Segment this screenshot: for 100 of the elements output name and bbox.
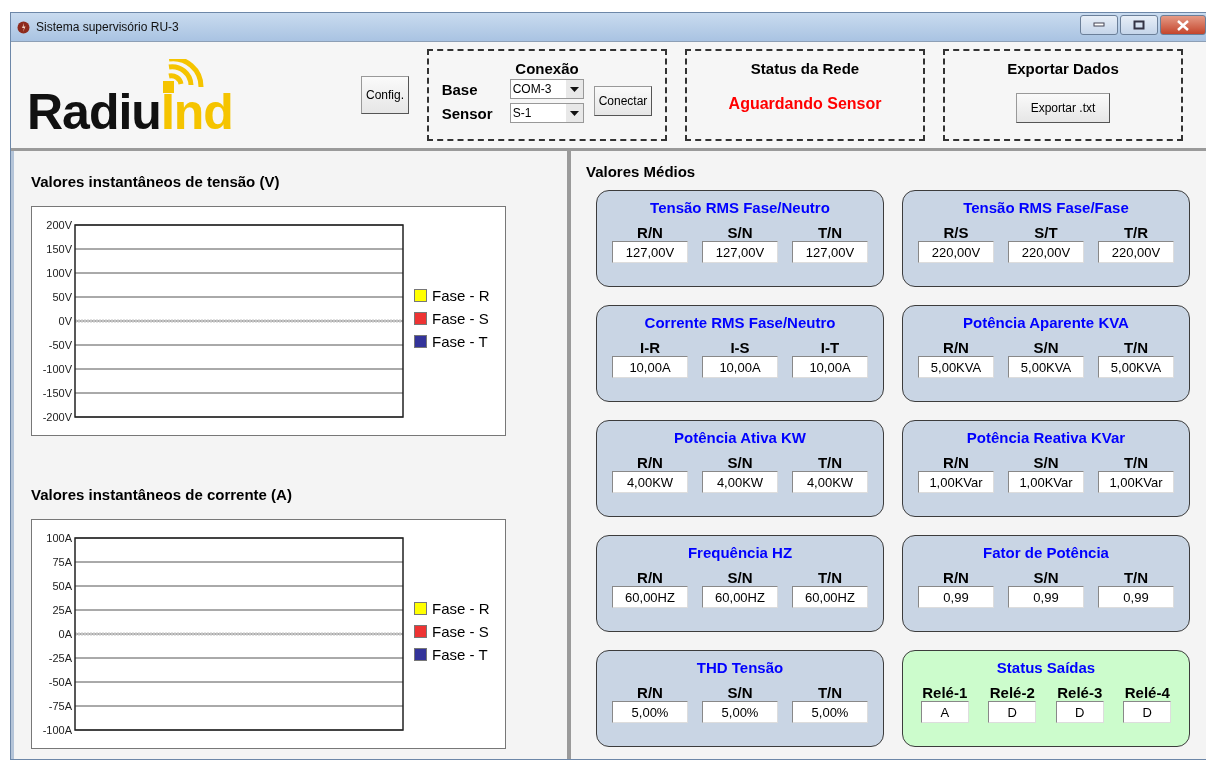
field-label: S/N bbox=[727, 225, 753, 241]
axis-tick-label: 200V bbox=[46, 219, 72, 231]
value-field: 5,00% bbox=[792, 701, 868, 723]
field-label: S/N bbox=[1033, 455, 1059, 471]
chart-title: Valores instantâneos de corrente (A) bbox=[31, 486, 293, 503]
field-label: R/N bbox=[637, 455, 663, 471]
value-field: 10,00A bbox=[792, 356, 868, 378]
axis-tick-label: -50A bbox=[48, 676, 72, 688]
legend-label: Fase - T bbox=[432, 646, 488, 663]
card-title: Tensão RMS Fase/Fase bbox=[963, 199, 1129, 216]
value-field: 220,00V bbox=[918, 241, 994, 263]
card-title: Corrente RMS Fase/Neutro bbox=[644, 314, 836, 331]
wifi-icon bbox=[160, 59, 205, 93]
axis-tick-label: 50V bbox=[52, 291, 72, 303]
app-icon bbox=[17, 20, 30, 34]
field-label: S/N bbox=[727, 570, 753, 586]
field-label: R/N bbox=[637, 225, 663, 241]
axis-tick-label: -75A bbox=[48, 700, 72, 712]
caret-icon bbox=[569, 110, 579, 116]
card-title: Potência Aparente KVA bbox=[963, 314, 1129, 331]
card-title: THD Tensão bbox=[696, 659, 784, 676]
field-label: Relé-2 bbox=[989, 685, 1035, 701]
axis-tick-label: 150V bbox=[46, 243, 72, 255]
value-field: D bbox=[988, 701, 1037, 723]
config-button[interactable]: Config. bbox=[361, 76, 410, 114]
card-title: Fator de Potência bbox=[983, 544, 1109, 561]
value-field: 220,00V bbox=[1098, 241, 1174, 263]
field-label: T/N bbox=[1123, 455, 1149, 471]
field-label: S/N bbox=[727, 455, 753, 471]
field-label: T/N bbox=[817, 570, 843, 586]
value-field: 10,00A bbox=[612, 356, 688, 378]
value-field: 1,00KVar bbox=[1008, 471, 1084, 493]
field-label: S/N bbox=[1033, 340, 1059, 356]
value-field: 5,00KVA bbox=[918, 356, 994, 378]
value-field: 5,00KVA bbox=[1008, 356, 1084, 378]
value-field: 4,00KW bbox=[702, 471, 778, 493]
window-title: Sistema supervisório RU-3 bbox=[36, 20, 180, 34]
field-label: Relé-4 bbox=[1124, 685, 1170, 701]
field-label: R/N bbox=[943, 570, 969, 586]
axis-tick-label: 0A bbox=[58, 628, 72, 640]
value-field: 0,99 bbox=[1008, 586, 1084, 608]
close-button[interactable] bbox=[1160, 15, 1206, 35]
axis-tick-label: 100A bbox=[46, 532, 72, 544]
axis-tick-label: 100V bbox=[46, 267, 72, 279]
axis-tick-label: -100A bbox=[42, 724, 72, 736]
axis-tick-label: 25A bbox=[52, 604, 72, 616]
export-button[interactable]: Exportar .txt bbox=[1015, 93, 1111, 123]
field-label: T/N bbox=[1123, 570, 1149, 586]
maximize-icon bbox=[1133, 20, 1145, 30]
value-field: 5,00% bbox=[702, 701, 778, 723]
value-field: A bbox=[920, 701, 969, 723]
card-title: Potência Reativa KVar bbox=[966, 429, 1126, 446]
field-label: R/N bbox=[943, 455, 969, 471]
value-field: 0,99 bbox=[918, 586, 994, 608]
connect-button[interactable]: Conectar bbox=[593, 86, 653, 116]
legend-label: Fase - S bbox=[432, 623, 489, 640]
maximize-button[interactable] bbox=[1120, 15, 1158, 35]
value-field: 4,00KW bbox=[612, 471, 688, 493]
field-label: R/N bbox=[943, 340, 969, 356]
close-icon bbox=[1177, 19, 1189, 31]
panel-title: Status da Rede bbox=[750, 60, 860, 77]
axis-tick-label: 50A bbox=[52, 580, 72, 592]
value-field: 0,99 bbox=[1098, 586, 1174, 608]
axis-tick-label: 75A bbox=[52, 556, 72, 568]
value-field: 127,00V bbox=[702, 241, 778, 263]
card-title: Frequência HZ bbox=[687, 544, 793, 561]
field-label: R/N bbox=[637, 570, 663, 586]
field-label: T/N bbox=[817, 455, 843, 471]
card-title: Potência Ativa KW bbox=[674, 429, 806, 446]
field-label: T/N bbox=[817, 225, 843, 241]
axis-tick-label: -25A bbox=[48, 652, 72, 664]
dropdown[interactable]: S-1 bbox=[509, 103, 584, 123]
value-field: 60,00HZ bbox=[792, 586, 868, 608]
field-label: R/S bbox=[943, 225, 969, 241]
field-label: R/N bbox=[637, 685, 663, 701]
value-field: 60,00HZ bbox=[612, 586, 688, 608]
chart-title: Valores instantâneos de tensão (V) bbox=[31, 173, 281, 190]
logo: RadiuInd bbox=[27, 53, 361, 137]
status-text: Aguardando Sensor bbox=[728, 95, 882, 113]
value-field: 127,00V bbox=[792, 241, 868, 263]
axis-tick-label: -200V bbox=[42, 411, 72, 423]
legend-label: Fase - R bbox=[432, 600, 490, 617]
value-field: 220,00V bbox=[1008, 241, 1084, 263]
field-label: S/N bbox=[1033, 570, 1059, 586]
value-field: 5,00% bbox=[612, 701, 688, 723]
field-label: T/N bbox=[1123, 340, 1149, 356]
caret-icon bbox=[569, 86, 579, 92]
value-field: 5,00KVA bbox=[1098, 356, 1174, 378]
field-label: Sensor bbox=[441, 104, 494, 122]
dropdown[interactable]: COM-3 bbox=[509, 79, 584, 99]
value-field: 10,00A bbox=[702, 356, 778, 378]
legend-label: Fase - R bbox=[432, 287, 490, 304]
section-title: Valores Médios bbox=[586, 163, 697, 180]
card-title: Tensão RMS Fase/Neutro bbox=[650, 199, 830, 216]
field-label: I-S bbox=[730, 340, 750, 356]
axis-tick-label: -100V bbox=[42, 363, 72, 375]
axis-tick-label: -50V bbox=[48, 339, 72, 351]
panel-title: Conexão bbox=[515, 60, 579, 77]
value-field: 4,00KW bbox=[792, 471, 868, 493]
value-field: D bbox=[1123, 701, 1172, 723]
